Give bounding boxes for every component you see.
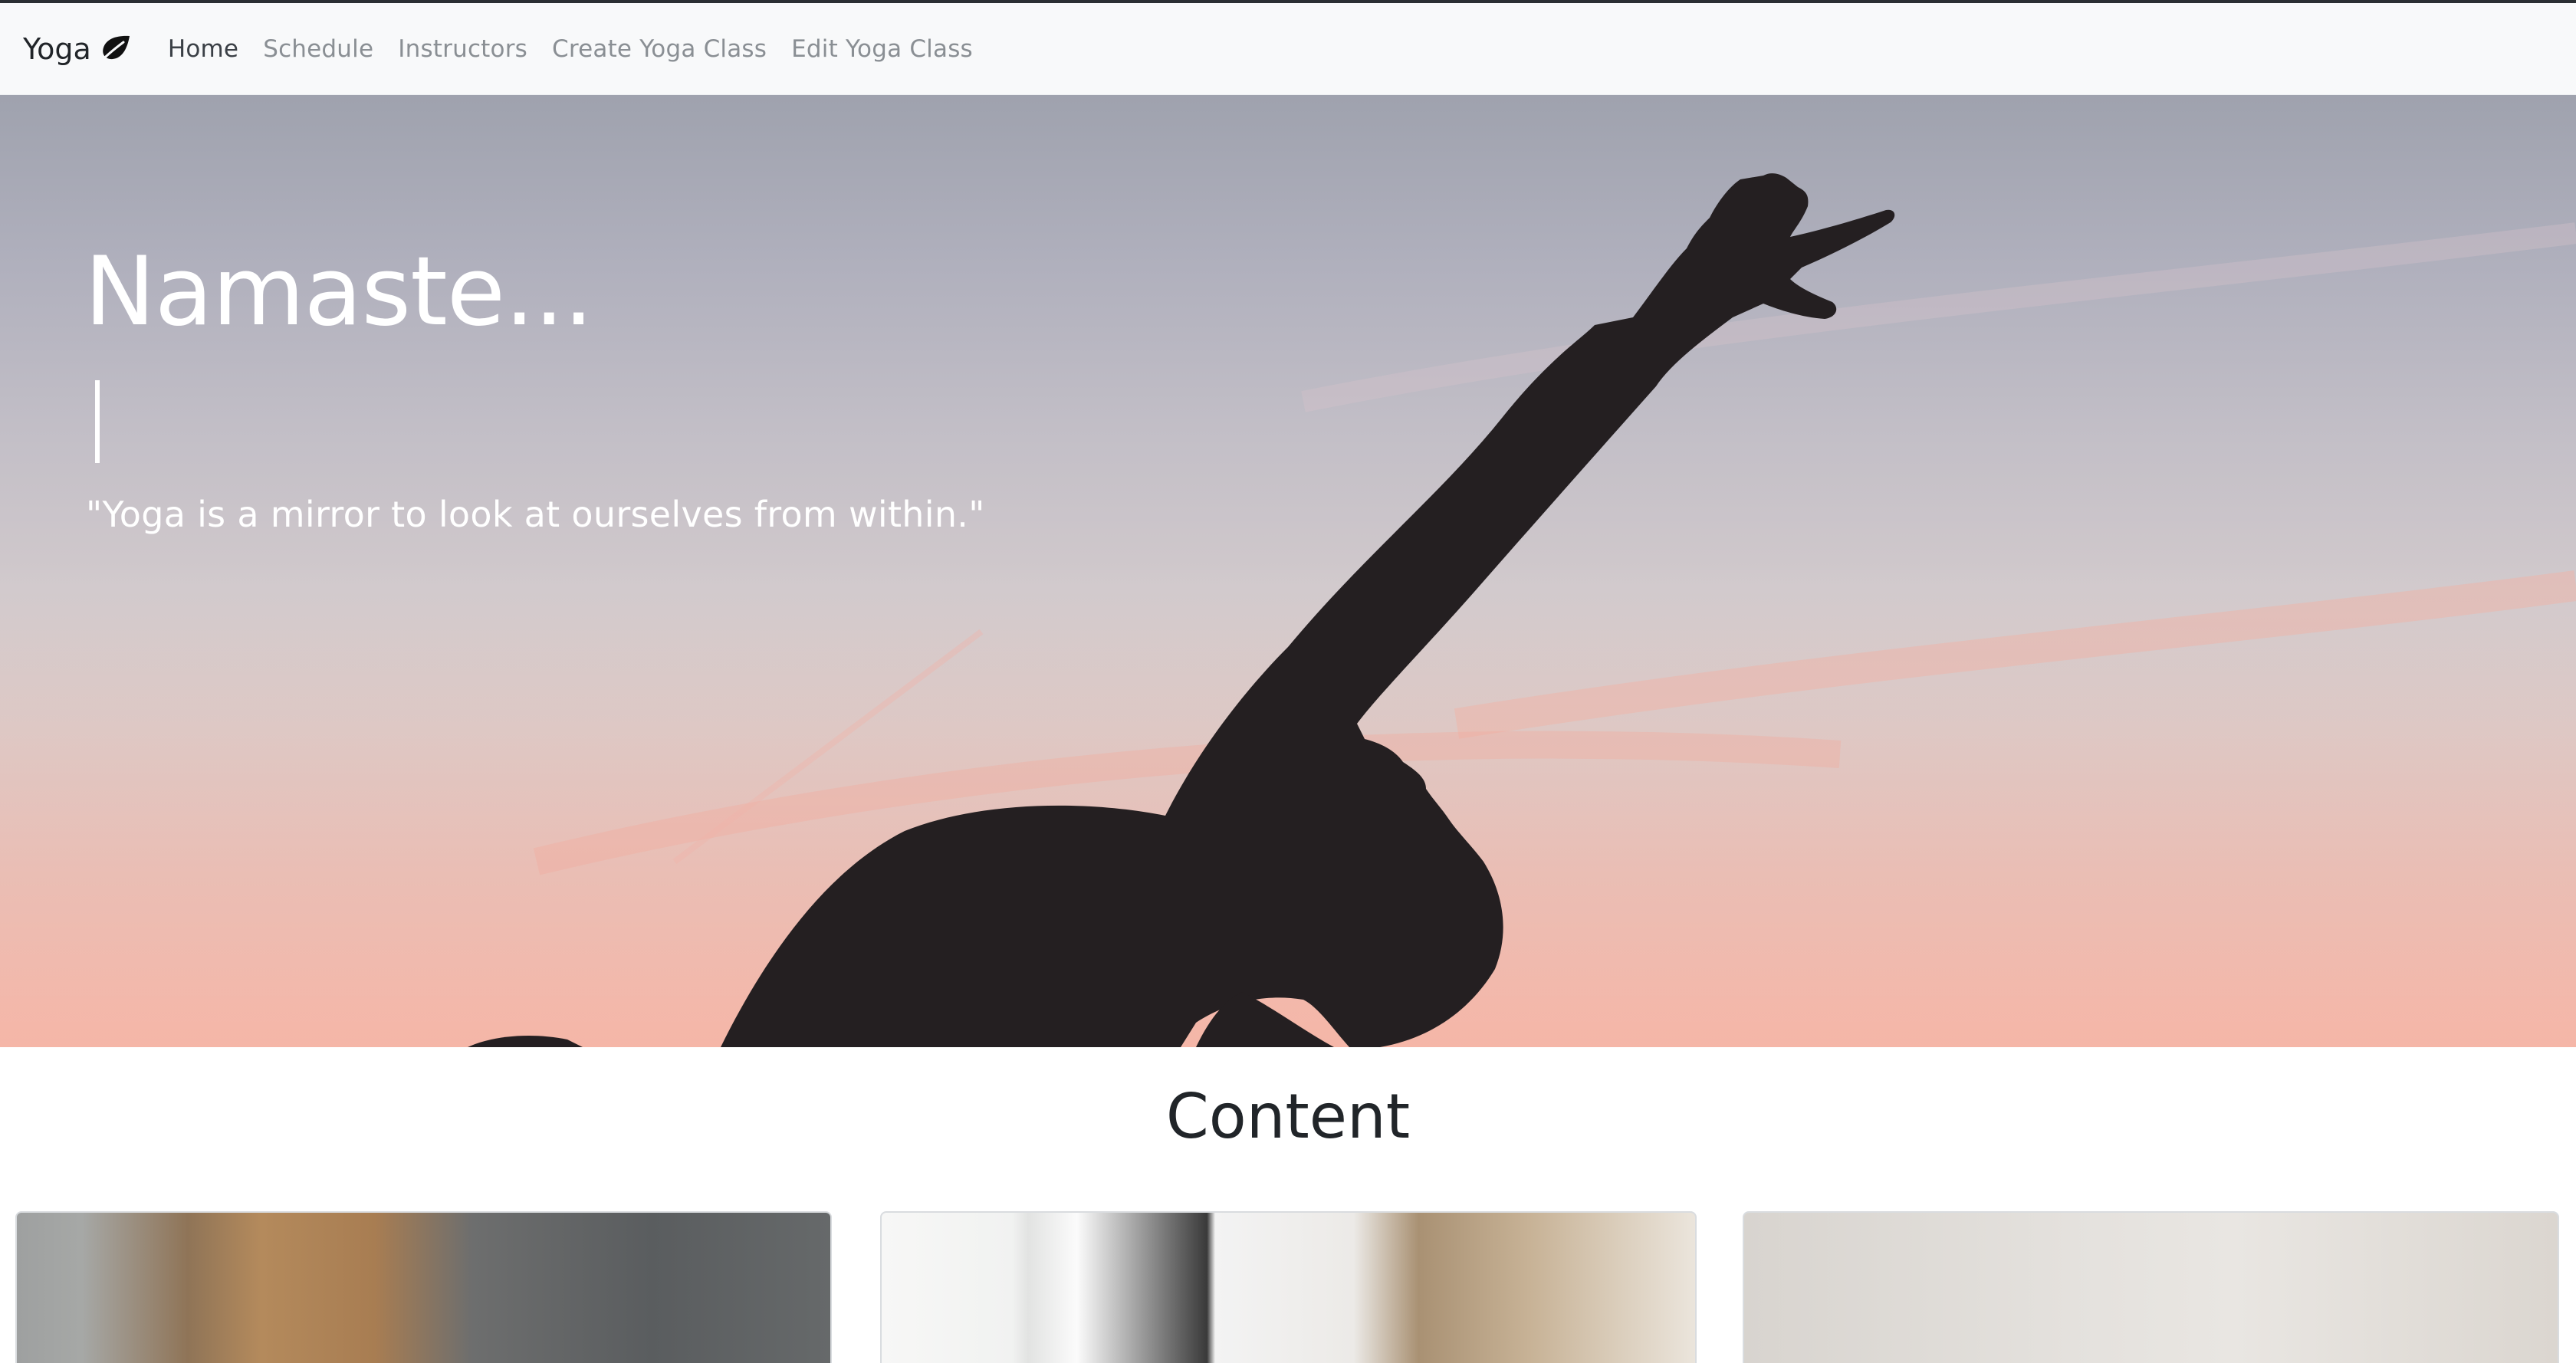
leaf-icon xyxy=(99,34,133,64)
hero-title: Namaste... xyxy=(84,237,593,347)
nav-link-edit-yoga-class[interactable]: Edit Yoga Class xyxy=(791,35,973,63)
content-card-3-image[interactable] xyxy=(1743,1211,2559,1363)
typing-cursor xyxy=(95,380,100,463)
content-card-1-image[interactable] xyxy=(15,1211,832,1363)
hero-banner: Namaste... "Yoga is a mirror to look at … xyxy=(0,95,2576,1047)
nav-link-schedule[interactable]: Schedule xyxy=(263,35,373,63)
hero-quote: "Yoga is a mirror to look at ourselves f… xyxy=(86,494,985,535)
brand-link[interactable]: Yoga xyxy=(23,32,133,66)
nav-link-create-yoga-class[interactable]: Create Yoga Class xyxy=(552,35,767,63)
content-card-2-image[interactable] xyxy=(880,1211,1697,1363)
nav-links: Home Schedule Instructors Create Yoga Cl… xyxy=(168,35,997,63)
nav-link-home[interactable]: Home xyxy=(168,35,238,63)
navbar: Yoga Home Schedule Instructors Create Yo… xyxy=(0,3,2576,95)
content-heading: Content xyxy=(1165,1081,1411,1152)
brand-text: Yoga xyxy=(23,31,91,66)
nav-link-instructors[interactable]: Instructors xyxy=(398,35,527,63)
